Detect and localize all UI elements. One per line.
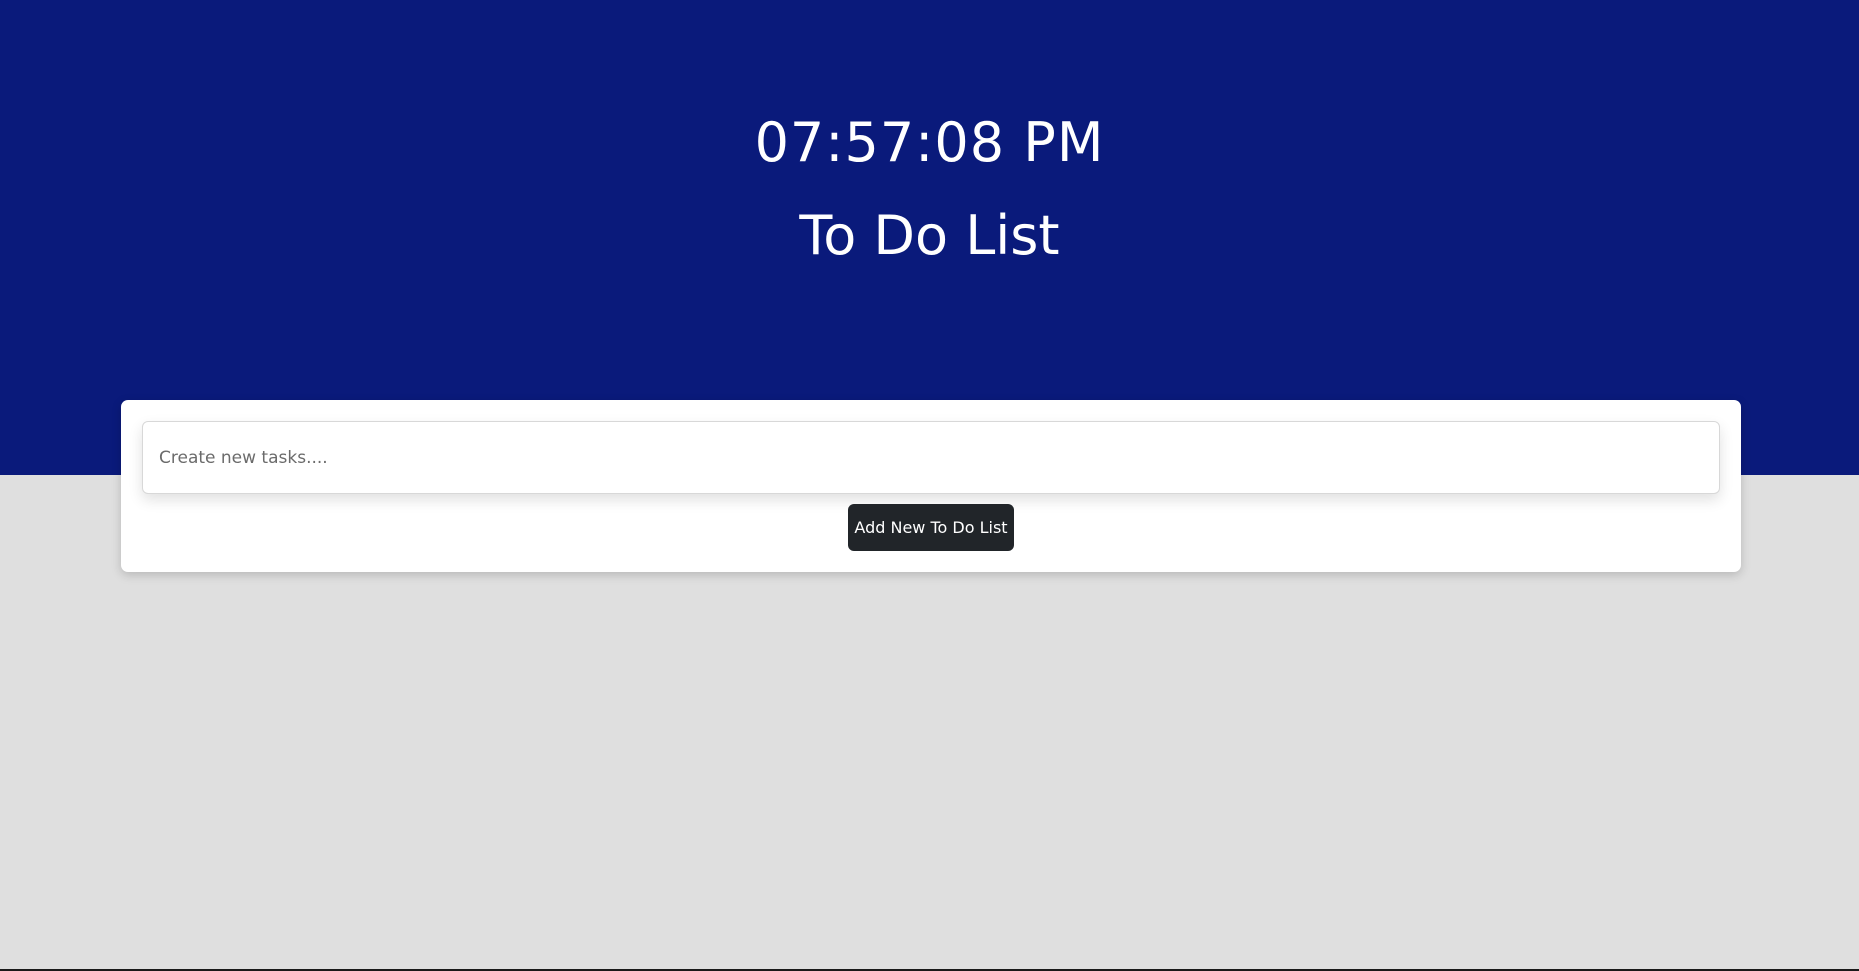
clock-display: 07:57:08 PM [754, 111, 1105, 174]
add-todo-button[interactable]: Add New To Do List [848, 504, 1014, 551]
page: 07:57:08 PM To Do List Add New To Do Lis… [0, 0, 1859, 971]
new-task-input[interactable] [142, 421, 1720, 494]
task-form-card: Add New To Do List [121, 400, 1741, 572]
page-title: To Do List [799, 204, 1060, 267]
